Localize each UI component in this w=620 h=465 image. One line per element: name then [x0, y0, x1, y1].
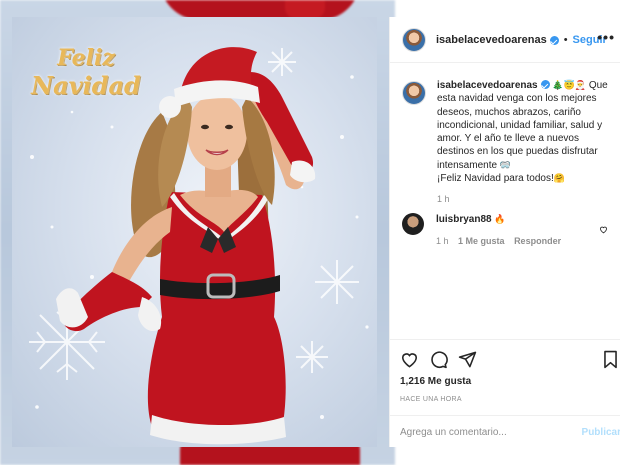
- comment-time: 1 h: [436, 236, 449, 246]
- background-hat: [285, 0, 325, 18]
- caption-verified-icon: [540, 80, 550, 89]
- comment-input[interactable]: [400, 426, 570, 438]
- caption-time: 1 h: [437, 194, 450, 205]
- caption-username[interactable]: isabelacevedoarenas: [437, 80, 538, 91]
- likes-count[interactable]: 1,216 Me gusta: [400, 376, 471, 387]
- comment-icon[interactable]: [429, 350, 448, 374]
- comment-likes[interactable]: 1 Me gusta: [458, 236, 505, 246]
- post-time: HACE UNA HORA: [400, 396, 462, 403]
- comment-meta: 1 h 1 Me gusta Responder: [436, 235, 568, 248]
- comment-item: luisbryan88 🔥 1 h 1 Me gusta Responder: [402, 213, 614, 248]
- commenter-avatar[interactable]: [402, 213, 424, 235]
- header-separator: •: [563, 33, 568, 46]
- caption-emoji-angel: 😇: [563, 80, 575, 90]
- feliz-navidad-greeting: Feliz Navidad: [26, 44, 146, 100]
- caption-closing-emoji: 🤗: [553, 173, 565, 184]
- publish-button[interactable]: Publicar: [582, 427, 620, 438]
- commenter-username[interactable]: luisbryan88: [436, 214, 492, 225]
- comment-emoji: 🔥: [494, 214, 506, 224]
- caption-emoji-tree: 🎄: [552, 80, 564, 90]
- post-side-panel: isabelacevedoarenas • Seguir ••• isabela…: [389, 17, 620, 447]
- author-avatar[interactable]: [402, 27, 426, 52]
- action-section: 1,216 Me gusta HACE UNA HORA Publicar: [390, 339, 620, 447]
- caption-body-emoji: 🥽: [499, 159, 512, 170]
- author-username[interactable]: isabelacevedoarenas: [436, 34, 547, 46]
- post-photo[interactable]: Feliz Navidad: [12, 17, 377, 447]
- add-comment-bar: Publicar: [390, 415, 620, 448]
- caption: isabelacevedoarenas 🎄😇🎅 Que esta navidad…: [402, 79, 614, 207]
- action-icons: [400, 350, 487, 374]
- greeting-line-2: Navidad: [31, 71, 141, 100]
- caption-emoji-santa: 🎅: [574, 80, 587, 90]
- caption-body: Que esta navidad venga con los mejores d…: [437, 80, 608, 171]
- greeting-line-1: Feliz: [57, 45, 115, 71]
- heart-icon[interactable]: [400, 350, 419, 374]
- caption-closing: ¡Feliz Navidad para todos!: [437, 173, 554, 185]
- verified-icon: [549, 36, 559, 45]
- share-icon[interactable]: [458, 350, 477, 374]
- caption-text-block: isabelacevedoarenas 🎄😇🎅 Que esta navidad…: [437, 79, 614, 207]
- more-icon[interactable]: •••: [597, 29, 615, 45]
- comment-heart-icon[interactable]: [599, 221, 608, 239]
- reply-button[interactable]: Responder: [514, 236, 561, 246]
- caption-author-avatar[interactable]: [402, 81, 426, 105]
- bookmark-icon[interactable]: [602, 350, 619, 374]
- post-header: isabelacevedoarenas • Seguir •••: [390, 17, 620, 63]
- comment-body: luisbryan88 🔥 1 h 1 Me gusta Responder: [436, 213, 568, 248]
